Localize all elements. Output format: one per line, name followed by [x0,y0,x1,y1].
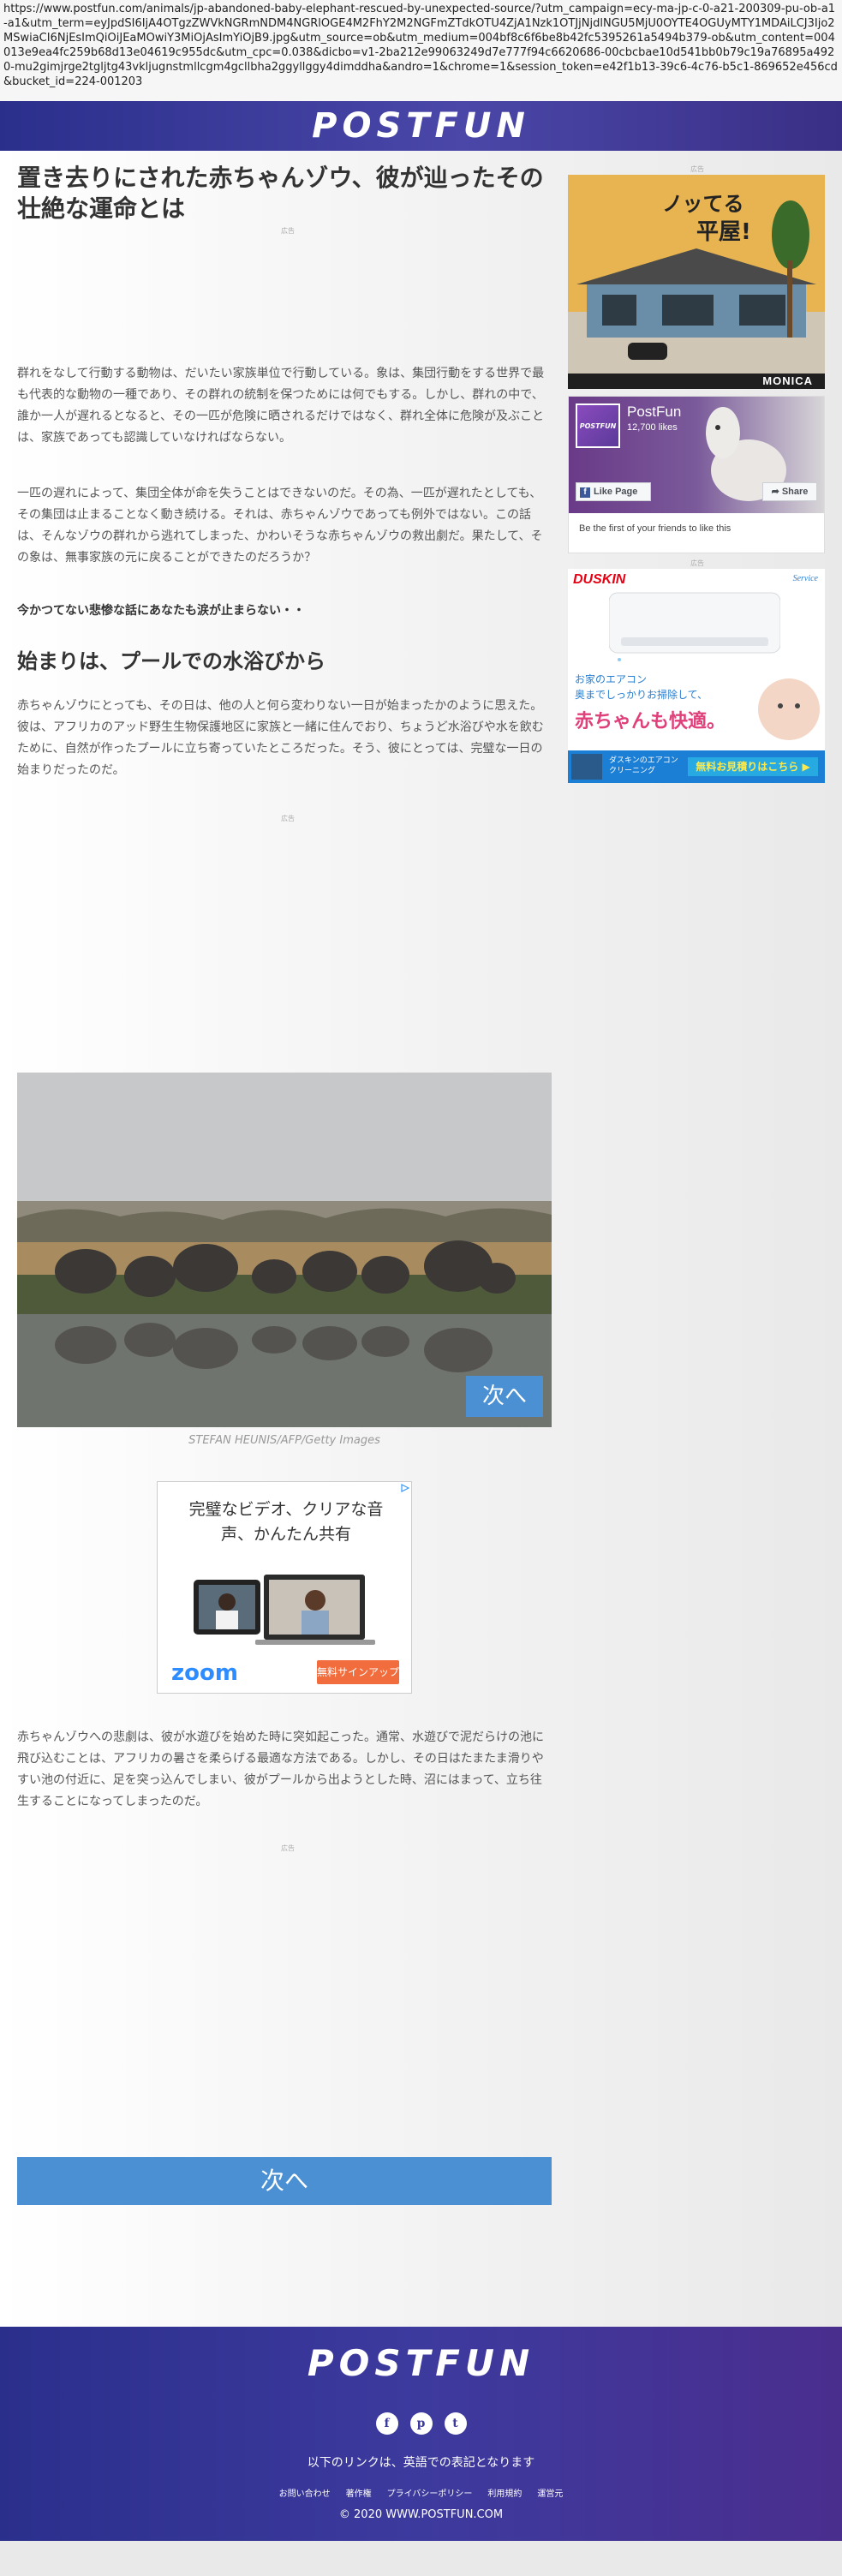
fb-like-label: Like Page [594,487,638,497]
technician-image [571,754,602,780]
page-bottom [0,2541,842,2576]
devices-illustration [194,1575,375,1645]
social-links: f p t [0,2412,842,2435]
duskin-service-text: Service [792,574,818,583]
zoom-ad[interactable]: 完璧なビデオ、クリアな音声、かんたん共有 zoom 無料サインアップ [157,1481,412,1694]
site-logo[interactable]: POSTFUN [312,106,530,146]
ad-label: 広告 [690,165,704,173]
fb-page-name[interactable]: PostFun [627,403,681,421]
elephants-image [17,1073,552,1427]
ad-label: 広告 [281,815,295,822]
footer-link-terms[interactable]: 利用規約 [487,2486,522,2499]
site-footer: POSTFUN f p t 以下のリンクは、英語での表記となります お問い合わせ… [0,2327,842,2541]
main-content: 置き去りにされた赤ちゃんゾウ、彼が辿ったその壮絶な運命とは 広告 群れをなして行… [0,151,842,2327]
footer-link-contact[interactable]: お問い合わせ [279,2486,331,2499]
house-ad-brand: MONICA [762,374,813,387]
duskin-bottom-bar: ダスキンのエアコンクリーニング 無料お見積りはこちら ▶ [568,750,825,783]
pinterest-icon[interactable]: p [409,2412,433,2435]
facebook-icon[interactable]: f [375,2412,398,2435]
ad-label: 広告 [281,227,295,235]
site-header: POSTFUN [0,101,842,151]
article-paragraph: 赤ちゃんゾウにとっても、その日は、他の人と何ら変わりない一日が始まったかのように… [17,699,544,777]
duskin-copy-1: お家のエアコン [575,673,648,685]
duskin-ad[interactable]: DUSKIN Service お家のエアコン 奥までしっかりお掃除して、 赤ちゃ… [568,569,825,783]
article-paragraph: 赤ちゃんゾウへの悲劇は、彼が水遊びを始めた時に突如起こった。通常、水遊びで泥だら… [17,1730,545,1808]
duskin-cta-button[interactable]: 無料お見積りはこちら ▶ [688,757,818,776]
share-icon: ➦ [771,487,782,497]
ad-label: 広告 [690,559,704,567]
fb-share-button[interactable]: ➦ Share [762,482,817,501]
address-bar[interactable]: https://www.postfun.com/animals/jp-aband… [0,0,842,101]
copyright: © 2020 WWW.POSTFUN.COM [338,2508,504,2521]
fb-share-label: Share [781,487,809,497]
article-photo[interactable]: 次へ [17,1073,552,1427]
fb-cover: POSTFUN PostFun 12,700 likes f Like Page … [569,397,824,513]
fb-like-button[interactable]: f Like Page [576,482,651,501]
duskin-small-text: ダスキンのエアコンクリーニング [609,756,678,775]
fb-page-thumbnail[interactable]: POSTFUN [576,403,620,448]
twitter-icon[interactable]: t [444,2412,467,2435]
duskin-copy-2: 奥までしっかりお掃除して、 [575,689,708,701]
duskin-copy-3: 赤ちゃんも快適。 [575,711,726,732]
footer-links: お問い合わせ 著作権 プライバシーポリシー 利用規約 運営元 [0,2486,842,2499]
section-heading: 始まりは、プールでの水浴びから [17,649,325,673]
zoom-logo: zoom [171,1660,238,1686]
baby-image [758,678,820,740]
next-page-button[interactable]: 次へ [17,2157,552,2205]
article-paragraph: 一匹の遅れによって、集団全体が命を失うことはできないのだ。その為、一匹が遅れたと… [17,487,543,565]
footer-link-privacy[interactable]: プライバシーポリシー [387,2486,473,2499]
house-ad-line2: 平屋! [696,219,751,245]
footer-logo[interactable]: POSTFUN [0,2342,842,2384]
facebook-icon: f [580,487,590,498]
article-title: 置き去りにされた赤ちゃんゾウ、彼が辿ったその壮絶な運命とは [17,164,544,223]
air-conditioner-image [609,592,780,661]
footer-link-copyright[interactable]: 著作権 [346,2486,372,2499]
zoom-signup-button[interactable]: 無料サインアップ [317,1660,399,1684]
article-teaser: 今かつてない悲惨な話にあなたも涙が止まらない・・ [17,604,305,618]
adchoices-icon[interactable] [401,1484,409,1492]
ad-label: 広告 [281,1844,295,1852]
duskin-logo: DUSKIN [573,572,626,587]
house-ad-line1: ノッてる [662,192,744,216]
article-paragraph: 群れをなして行動する動物は、だいたい家族単位で行動している。象は、集団行動をする… [17,367,545,445]
photo-credit: STEFAN HEUNIS/AFP/Getty Images [188,1434,380,1447]
fb-friends-text: Be the first of your friends to like thi… [579,523,732,534]
footer-note: 以下のリンクは、英語での表記となります [307,2456,535,2470]
facebook-page-widget[interactable]: POSTFUN PostFun 12,700 likes f Like Page … [568,396,825,553]
photo-next-button[interactable]: 次へ [466,1376,543,1417]
fb-like-count: 12,700 likes [627,422,678,433]
footer-link-operator[interactable]: 運営元 [537,2486,563,2499]
house-ad[interactable]: ノッてる 平屋! MONICA [568,175,825,389]
zoom-ad-headline: 完璧なビデオ、クリアな音声、かんたん共有 [188,1500,384,1544]
